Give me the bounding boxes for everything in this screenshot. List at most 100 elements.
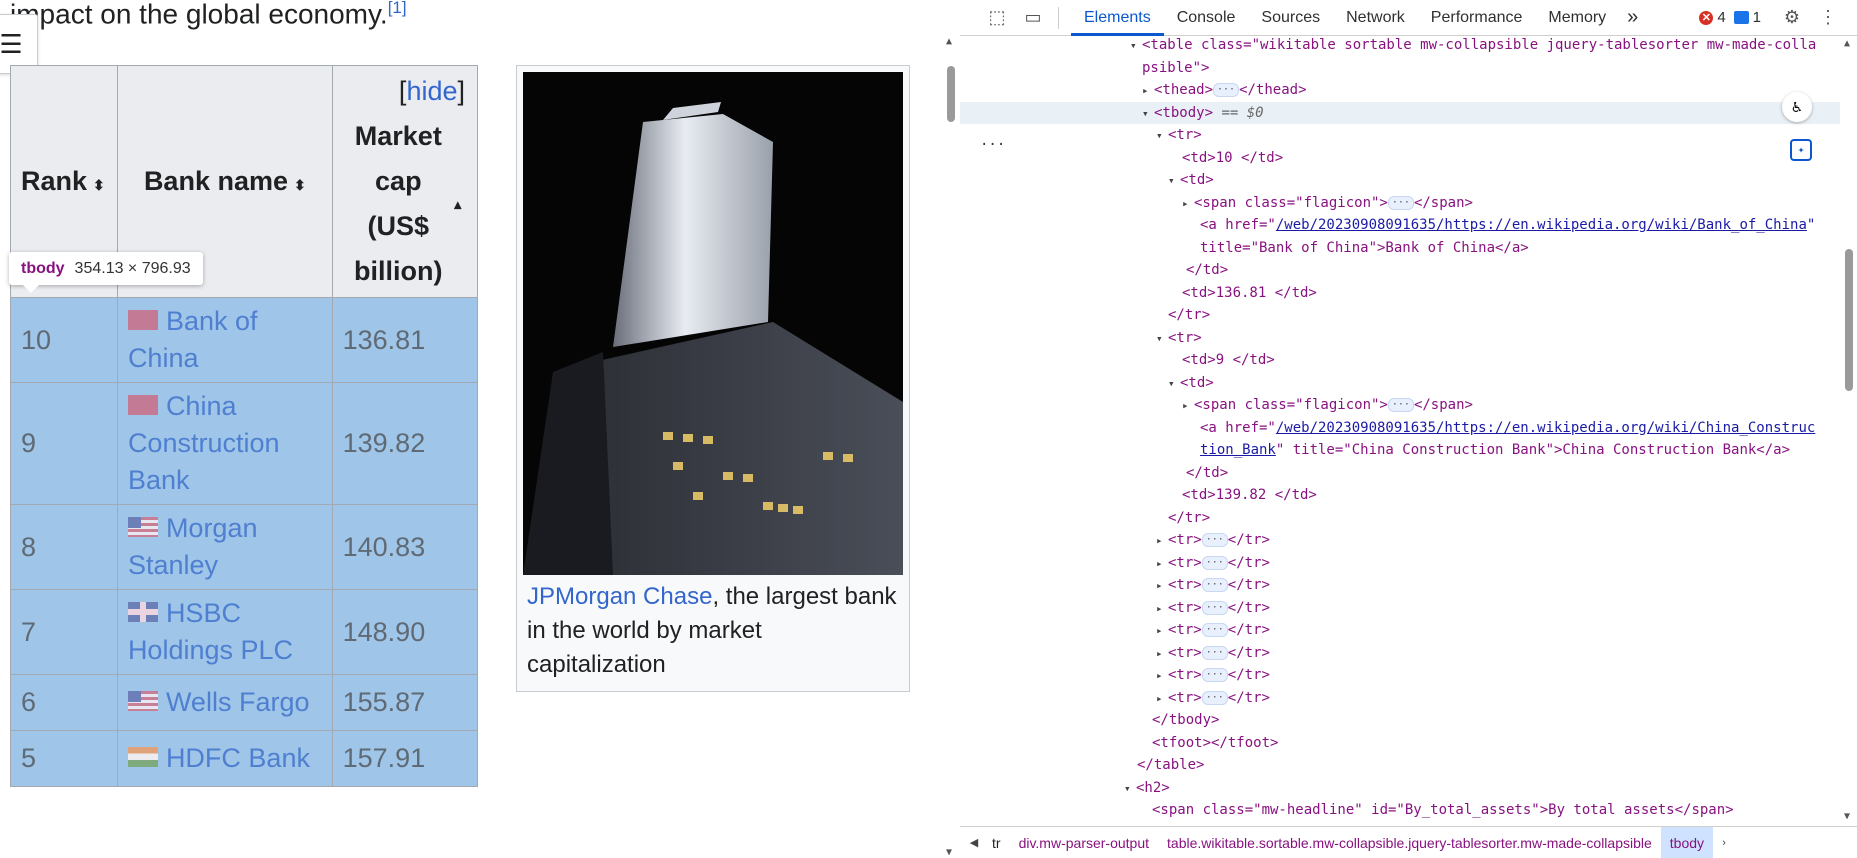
dom-node-tr-collapsed[interactable]: ▸ <tr> ··· </tr>: [1156, 574, 1270, 598]
bank-link[interactable]: HDFC Bank: [166, 743, 310, 773]
scroll-down-icon[interactable]: ▼: [946, 847, 952, 858]
expanded-icon: ▾: [1156, 331, 1163, 345]
more-options-icon[interactable]: ⋮: [1817, 7, 1839, 29]
dom-node-tfoot[interactable]: <tfoot></tfoot>: [1152, 732, 1278, 755]
dom-node-tr-collapsed[interactable]: ▸ <tr> ··· </tr>: [1156, 619, 1270, 643]
collapsed-icon: ▸: [1182, 196, 1189, 210]
message-icon: [1733, 11, 1749, 24]
breadcrumb-forward-icon[interactable]: ›: [1713, 837, 1735, 849]
dom-node-tr-collapsed[interactable]: ▸ <tr> ··· </tr>: [1156, 529, 1270, 553]
href-link[interactable]: /web/20230908091635/https://en.wikipedia…: [1276, 217, 1807, 233]
scroll-up-icon[interactable]: ▲: [1844, 38, 1850, 49]
breadcrumb-item[interactable]: table.wikitable.sortable.mw-collapsible.…: [1158, 827, 1661, 858]
hide-link[interactable]: hide: [406, 76, 457, 106]
message-counter[interactable]: 1: [1733, 9, 1761, 26]
dom-node-td[interactable]: ▾ <td>: [1168, 372, 1214, 396]
node-actions-icon[interactable]: ···: [980, 134, 1005, 157]
dom-node-tr-collapsed[interactable]: ▸ <tr> ··· </tr>: [1156, 552, 1270, 576]
devtools-scrollbar[interactable]: ▲ ▼: [1840, 36, 1857, 826]
usa-flag-icon: [127, 516, 158, 537]
tab-network[interactable]: Network: [1333, 0, 1418, 36]
href-link[interactable]: /web/20230908091635/https://en.wikipedia…: [1276, 420, 1815, 436]
ellipsis-icon[interactable]: ···: [1213, 83, 1240, 97]
ellipsis-icon[interactable]: ···: [1201, 645, 1228, 660]
rank-cell: 8: [10, 504, 118, 590]
caption-link[interactable]: JPMorgan Chase: [527, 583, 712, 610]
ellipsis-icon[interactable]: ···: [1201, 668, 1228, 682]
dom-node-span-headline[interactable]: <span class="mw-headline" id="By_total_a…: [1152, 799, 1734, 822]
rank-cell: 10: [10, 297, 118, 383]
error-counter[interactable]: ✕ 4: [1699, 9, 1726, 26]
ellipsis-icon[interactable]: ···: [1387, 195, 1414, 210]
tr-tag: <tr>: [1168, 577, 1202, 593]
more-tabs-icon[interactable]: »: [1619, 6, 1646, 29]
dom-node-span[interactable]: ▸ <span class="flagicon"> ··· </span>: [1182, 394, 1473, 418]
breadcrumb-item-selected[interactable]: tbody: [1660, 826, 1714, 858]
dom-node-td[interactable]: <td>10 </td>: [1182, 147, 1283, 170]
tr-close-tag: </tr>: [1227, 554, 1270, 571]
href-link-cont[interactable]: tion_Bank: [1200, 442, 1276, 458]
ellipsis-icon[interactable]: ···: [1201, 533, 1228, 547]
dom-node-td[interactable]: <td>9 </td>: [1182, 349, 1275, 372]
dom-node-tr-collapsed[interactable]: ▸ <tr> ··· </tr>: [1156, 642, 1270, 666]
h2-tag: <h2>: [1136, 779, 1170, 796]
dom-node-span[interactable]: ▸ <span class="flagicon"> ··· </span>: [1182, 192, 1473, 216]
dom-node-a[interactable]: <a href="/web/20230908091635/https://en.…: [1200, 417, 1815, 440]
dom-node-thead[interactable]: ▸ <thead> ··· </thead>: [1142, 79, 1307, 103]
tab-memory[interactable]: Memory: [1535, 0, 1619, 36]
ellipsis-icon[interactable]: ···: [1387, 398, 1414, 412]
scroll-down-icon[interactable]: ▼: [1844, 811, 1850, 822]
message-count: 1: [1752, 9, 1761, 26]
bank-link[interactable]: Wells Fargo: [166, 687, 310, 717]
collapsed-icon: ▸: [1156, 601, 1163, 615]
tab-console[interactable]: Console: [1164, 0, 1249, 36]
ellipsis-icon[interactable]: ···: [1201, 623, 1228, 637]
reference-link[interactable]: [1]: [388, 0, 407, 17]
dom-node-tr-collapsed[interactable]: ▸ <tr> ··· </tr>: [1156, 687, 1270, 711]
inspect-element-icon[interactable]: ⬚: [986, 7, 1008, 29]
dom-node-h2[interactable]: ▾ <h2>: [1124, 777, 1170, 801]
dom-node-tr-collapsed[interactable]: ▸ <tr> ··· </tr>: [1156, 664, 1270, 688]
tab-sources[interactable]: Sources: [1248, 0, 1333, 36]
ellipsis-icon[interactable]: ···: [1201, 578, 1228, 592]
attr-quote: ": [1806, 217, 1816, 233]
dom-node-tbody[interactable]: ▾ <tbody> == $0: [1142, 102, 1264, 126]
page-scrollbar[interactable]: ▲ ▼: [944, 36, 960, 858]
market-cap-cell: 157.91: [331, 730, 479, 787]
market-cap-column-header[interactable]: [hide] Market cap (US$ billion) ▴: [331, 65, 479, 298]
dom-node-tr[interactable]: ▾ <tr>: [1156, 124, 1202, 148]
breadcrumb-back-icon[interactable]: ◀: [960, 836, 988, 849]
skyscraper-photo[interactable]: [523, 72, 903, 575]
dom-node-tr[interactable]: ▾ <tr>: [1156, 327, 1202, 351]
ellipsis-icon[interactable]: ···: [1201, 690, 1228, 705]
ai-assist-icon[interactable]: ✦: [1790, 139, 1812, 161]
bank-name-cell: Morgan Stanley: [116, 504, 333, 590]
toolbar-divider: [1058, 6, 1059, 29]
dom-node-td[interactable]: <td>136.81 </td>: [1182, 282, 1317, 305]
expanded-icon: ▾: [1168, 174, 1175, 187]
intro-paragraph: impact on the global economy.[1]: [10, 0, 407, 30]
bank-name-cell: China Construction Bank: [116, 382, 333, 505]
dom-node-td[interactable]: ▾ <td>: [1168, 169, 1214, 193]
page-scroll-thumb[interactable]: [947, 66, 955, 122]
accessibility-icon[interactable]: ♿: [1782, 92, 1812, 122]
tab-performance[interactable]: Performance: [1418, 0, 1536, 36]
tab-elements[interactable]: Elements: [1071, 0, 1164, 36]
scroll-up-icon[interactable]: ▲: [946, 36, 952, 47]
ellipsis-icon[interactable]: ···: [1201, 555, 1228, 570]
dom-node-tr-collapsed[interactable]: ▸ <tr> ··· </tr>: [1156, 597, 1270, 621]
gear-icon[interactable]: ⚙: [1781, 7, 1803, 29]
figure-thumbnail: JPMorgan Chase, the largest bank in the …: [516, 65, 910, 692]
device-toolbar-icon[interactable]: ▭: [1022, 7, 1044, 29]
dom-node-a[interactable]: <a href="/web/20230908091635/https://en.…: [1200, 214, 1815, 237]
breadcrumb-item[interactable]: div.mw-parser-output: [1010, 827, 1158, 858]
table-row: 6 Wells Fargo 155.87: [10, 674, 479, 731]
dom-node-td[interactable]: <td>139.82 </td>: [1182, 484, 1317, 507]
breadcrumb-item[interactable]: tr: [988, 827, 1010, 858]
dom-node-table[interactable]: ▾ <table class="wikitable sortable mw-col…: [1130, 36, 1816, 58]
devtools-scroll-thumb[interactable]: [1845, 249, 1853, 391]
ellipsis-icon[interactable]: ···: [1201, 600, 1228, 615]
dom-node-table-cont: psible">: [1142, 57, 1209, 80]
market-cap-cell: 140.83: [331, 504, 479, 590]
table-open-tag: <table class="wikitable sortable mw-coll…: [1142, 37, 1817, 53]
